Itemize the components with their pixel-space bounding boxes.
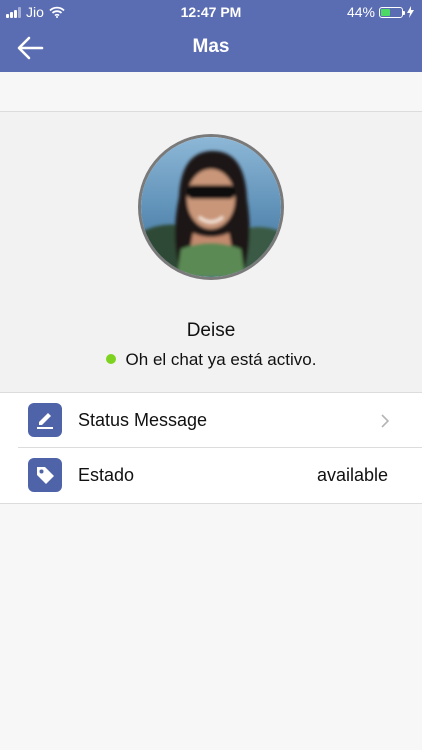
contact-name: Deise <box>186 320 236 341</box>
avatar[interactable] <box>138 134 284 280</box>
header: Jio 12:47 PM 44% Mas <box>0 0 422 72</box>
header-spacer <box>0 72 422 112</box>
profile-section: Deise Oh el chat ya está activo. <box>0 112 422 392</box>
settings-list: Status Message Estado available <box>0 392 422 504</box>
battery-icon <box>379 6 405 18</box>
status-bar: Jio 12:47 PM 44% <box>0 0 422 24</box>
status-bar-right: 44% <box>347 4 414 20</box>
charging-icon <box>407 6 414 18</box>
online-indicator <box>105 354 116 364</box>
list-item-value: available <box>316 465 388 485</box>
list-item-label: Estado <box>78 465 135 485</box>
status-text: Oh el chat ya está activo. <box>125 350 317 369</box>
row-icon-box <box>28 458 62 492</box>
navigation-bar: Mas <box>0 26 422 70</box>
tag-icon <box>37 467 54 484</box>
chevron-right-icon <box>381 414 390 428</box>
page-title: Mas <box>192 36 230 57</box>
profile-screen: Jio 12:47 PM 44% Mas Deise Oh el chat ya… <box>0 0 422 750</box>
list-item-estado[interactable]: Estado available <box>0 448 422 504</box>
list-item-status-message[interactable]: Status Message <box>0 393 422 448</box>
status-line: Oh el chat ya está activo. <box>0 350 422 370</box>
row-icon-box <box>28 403 62 437</box>
avatar-photo <box>141 137 281 277</box>
battery-level <box>381 8 390 16</box>
pencil-icon <box>37 413 53 429</box>
battery-percent: 44% <box>346 4 375 20</box>
list-item-label: Status Message <box>78 410 208 430</box>
